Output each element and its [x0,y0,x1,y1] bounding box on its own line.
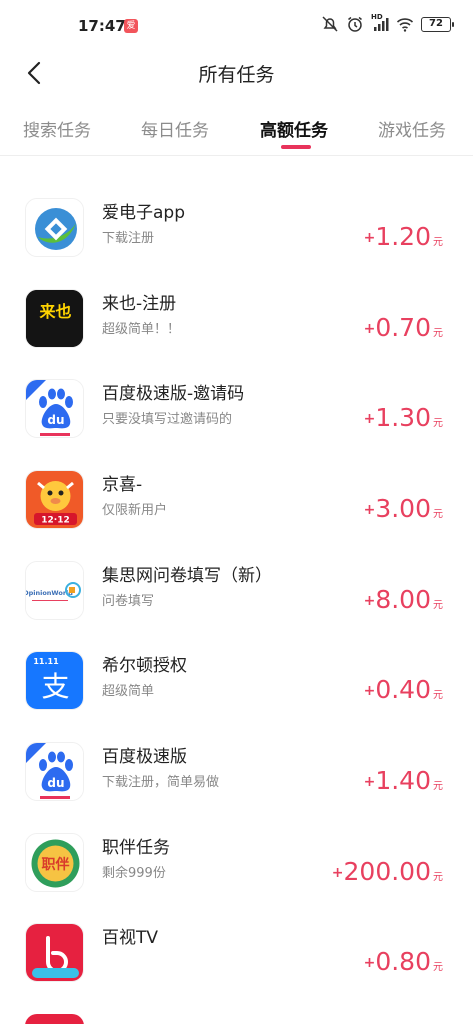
hd-label: HD [371,13,383,21]
page-header: 所有任务 [0,48,473,98]
task-name: 来也-注册 [102,294,177,314]
task-row[interactable]: du 百度极速版 下载注册，简单易做 +1.40 元 [0,742,473,833]
silent-bell-icon [321,15,339,33]
tab-daily-tasks[interactable]: 每日任务 [141,116,209,141]
battery-icon: 72 [421,16,454,32]
task-row[interactable]: 爱电子app 下载注册 +1.20 元 [0,198,473,289]
task-reward: +1.40 元 [363,766,443,795]
task-row[interactable]: 职伴 职伴任务 剩余999份 +200.00 元 [0,833,473,924]
zhiban-app-icon: 职伴 [25,833,84,892]
jingxi-icon-text: 12·12 [41,516,69,526]
baidu-lite-app-icon: du [25,742,84,801]
task-reward: +1.30 元 [363,403,443,432]
task-desc: 只要没填写过邀请码的 [102,412,233,427]
alipay-icon-tag: 11.11 [33,657,59,666]
baidu-icon-du: du [47,776,64,790]
task-reward: +0.80 元 [363,947,443,976]
alipay-app-icon: 11.11 支 [25,651,84,710]
task-row[interactable]: 来也 来也-注册 超级简单！！ +0.70 元 [0,289,473,380]
status-bar: 17:47 爱 HD 72 [0,0,473,48]
task-reward: +200.00 元 [331,857,443,886]
task-row-partial[interactable] [0,1014,473,1024]
task-name: 爱电子app [102,203,185,223]
page-title: 所有任务 [198,64,275,86]
alipay-icon-text: 支 [41,670,69,703]
task-row[interactable]: 12·12 京喜- 仅限新用户 +3.00 元 [0,470,473,561]
baishi-tv-app-icon [25,923,84,982]
tab-search-tasks[interactable]: 搜索任务 [23,116,91,141]
laiye-icon-text: 来也 [38,302,71,321]
signal-icon: HD [371,13,389,33]
task-name: 百度极速版-邀请码 [102,384,245,404]
task-name: 集思网问卷填写（新） [102,566,272,586]
jingxi-app-icon: 12·12 [25,470,84,529]
active-tab-indicator [281,145,311,149]
task-desc: 剩余999份 [102,866,166,881]
aidianzi-app-icon [25,198,84,257]
task-desc: 仅限新用户 [102,503,168,518]
app-icon-partial [25,1014,84,1024]
tab-game-tasks[interactable]: 游戏任务 [378,116,446,141]
task-name: 希尔顿授权 [102,656,187,676]
laiye-app-icon: 来也 [25,289,84,348]
baidu-lite-app-icon: du [25,379,84,438]
task-row[interactable]: 11.11 支 希尔顿授权 超级简单 +0.40 元 [0,651,473,742]
task-desc: 问卷填写 [102,594,155,609]
task-name: 京喜- [102,475,143,495]
task-reward: +8.00 元 [363,585,443,614]
tab-high-reward-tasks[interactable]: 高额任务 [260,116,328,141]
notification-app-icon: 爱 [124,19,138,33]
task-name: 百度极速版 [102,747,187,767]
task-row[interactable]: du 百度极速版-邀请码 只要没填写过邀请码的 +1.30 元 [0,379,473,470]
task-desc: 超级简单！！ [102,322,181,337]
task-desc: 下载注册 [102,231,155,246]
status-time: 17:47 [78,17,126,35]
task-reward: +3.00 元 [363,494,443,523]
task-name: 百视TV [102,928,159,948]
task-desc: 下载注册，简单易做 [102,775,220,790]
task-row[interactable]: 百视TV +0.80 元 [0,923,473,1014]
opinionworld-app-icon: OpinionWorld [25,561,84,620]
wifi-icon [396,15,414,33]
baidu-icon-du: du [47,413,64,427]
zhiban-icon-text: 职伴 [42,856,70,873]
task-tabs: 搜索任务 每日任务 高额任务 游戏任务 [0,98,473,156]
task-name: 职伴任务 [102,838,170,858]
task-reward: +0.70 元 [363,313,443,342]
task-row[interactable]: OpinionWorld 集思网问卷填写（新） 问卷填写 +8.00 元 [0,561,473,652]
task-desc: 超级简单 [102,684,155,699]
status-icons: HD 72 [321,13,454,33]
alarm-icon [346,15,364,33]
task-reward: +1.20 元 [363,222,443,251]
task-reward: +0.40 元 [363,675,443,704]
